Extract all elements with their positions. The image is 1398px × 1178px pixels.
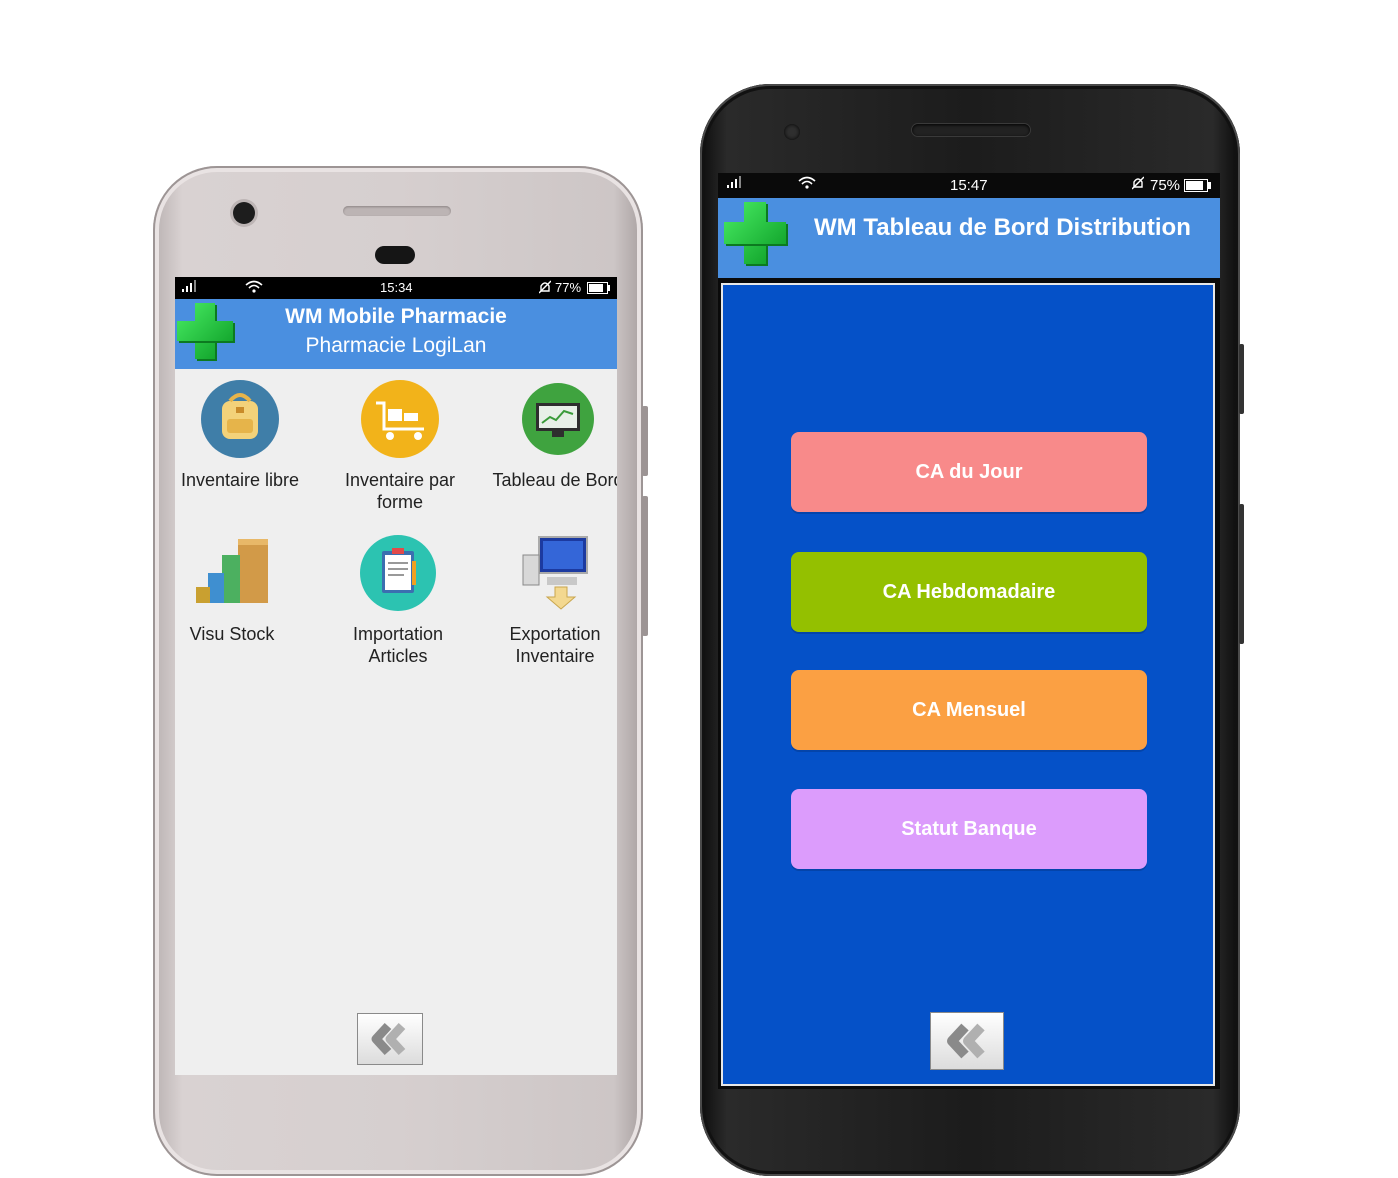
monitor-chart-icon — [518, 379, 598, 459]
signal-icon — [181, 280, 199, 295]
back-button[interactable] — [357, 1013, 423, 1065]
ca-hebdomadaire-button[interactable]: CA Hebdomadaire — [791, 552, 1147, 632]
proximity-sensor — [375, 246, 415, 264]
ca-du-jour-button[interactable]: CA du Jour — [791, 432, 1147, 512]
screen-left: 15:34 77% WM Mobile Pharmacie Pharmacie … — [175, 277, 617, 1075]
back-button[interactable] — [930, 1012, 1004, 1070]
clipboard-icon — [358, 533, 438, 613]
statut-banque-button[interactable]: Statut Banque — [791, 789, 1147, 869]
tile-inventaire-libre[interactable]: Inventaire libre — [175, 379, 315, 491]
app-subtitle: Pharmacie LogiLan — [305, 334, 487, 357]
front-camera — [233, 202, 255, 224]
screen-right: 15:47 75% WM Tableau de Bord Distributio… — [718, 173, 1220, 1089]
tile-inventaire-par-forme[interactable]: Inventaire par forme — [325, 379, 475, 513]
double-chevron-left-icon — [947, 1023, 985, 1059]
wifi-icon — [798, 176, 816, 193]
silent-bell-icon — [538, 280, 552, 297]
dashboard-panel: CA du Jour CA Hebdomadaire CA Mensuel St… — [721, 283, 1215, 1086]
battery-icon — [1184, 179, 1212, 195]
double-chevron-left-icon — [371, 1022, 406, 1056]
app-header: WM Tableau de Bord Distribution — [718, 198, 1220, 278]
ca-mensuel-button[interactable]: CA Mensuel — [791, 670, 1147, 750]
tile-label: Inventaire par forme — [344, 470, 456, 512]
wifi-icon — [245, 280, 263, 297]
front-camera — [784, 124, 800, 140]
tile-label: Importation Articles — [352, 624, 444, 666]
silent-bell-icon — [1131, 176, 1145, 193]
status-bar: 15:47 75% — [718, 173, 1220, 195]
phone-left: 15:34 77% WM Mobile Pharmacie Pharmacie … — [153, 166, 648, 1176]
backpack-icon — [200, 379, 280, 459]
status-time: 15:34 — [380, 280, 413, 295]
tile-label: Exportation Inventaire — [509, 624, 601, 666]
app-header: WM Mobile Pharmacie Pharmacie LogiLan — [175, 299, 617, 369]
tile-label: Tableau de Bord — [492, 470, 617, 490]
signal-icon — [726, 176, 744, 191]
tile-label: Inventaire libre — [180, 470, 300, 490]
tile-exportation-inventaire[interactable]: Exportation Inventaire — [480, 533, 617, 667]
earpiece-speaker — [912, 124, 1030, 136]
tile-importation-articles[interactable]: Importation Articles — [323, 533, 473, 667]
tile-label: Visu Stock — [189, 624, 275, 644]
pharmacy-cross-icon — [724, 202, 786, 264]
volume-button — [1239, 504, 1244, 644]
battery-percent: 75% — [1150, 177, 1181, 194]
stacked-boxes-icon — [192, 533, 272, 613]
battery-percent: 77% — [555, 280, 582, 295]
status-bar: 15:34 77% — [175, 277, 617, 299]
volume-button — [642, 496, 648, 636]
app-title: WM Mobile Pharmacie — [285, 305, 507, 328]
status-time: 15:47 — [950, 177, 988, 194]
volume-button — [642, 406, 648, 476]
phone-right: 15:47 75% WM Tableau de Bord Distributio… — [700, 84, 1244, 1176]
tile-tableau-de-bord[interactable]: Tableau de Bord — [483, 379, 617, 491]
battery-icon — [587, 282, 611, 297]
app-title: WM Tableau de Bord Distribution — [814, 214, 1191, 241]
power-button — [1239, 344, 1244, 414]
cart-boxes-icon — [360, 379, 440, 459]
tile-visu-stock[interactable]: Visu Stock — [175, 533, 307, 645]
computer-export-icon — [515, 533, 595, 613]
earpiece-speaker — [343, 206, 451, 216]
